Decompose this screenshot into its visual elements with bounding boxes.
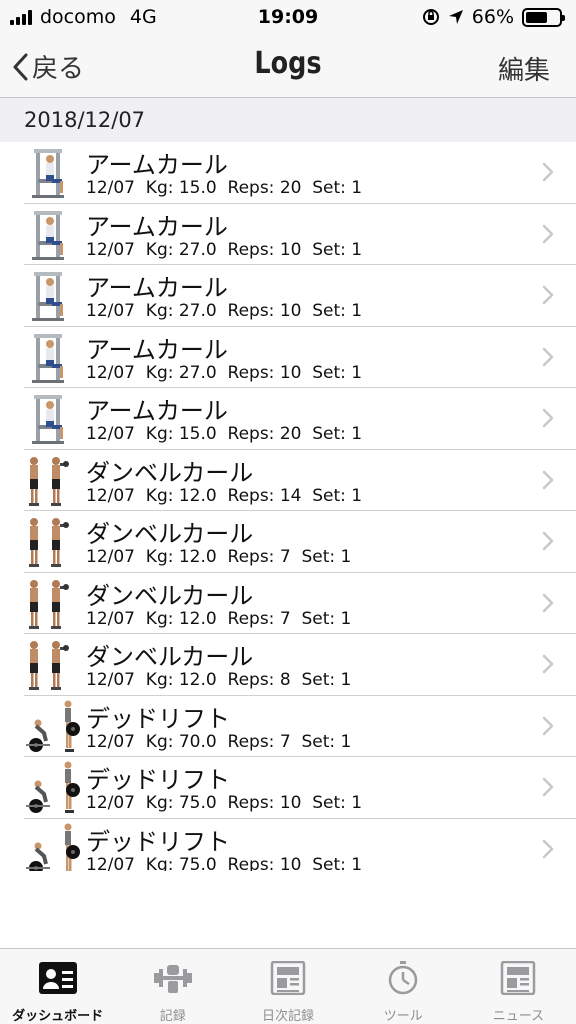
exercise-name: デッドリフト [86,766,230,794]
battery-level [526,11,548,23]
chevron-right-icon [542,716,554,735]
exercise-name: アームカール [86,397,228,425]
arm-curl-machine-icon [24,145,84,200]
exercise-name: アームカール [86,151,228,179]
log-row[interactable]: デッドリフト 12/07 Kg: 75.0 Reps: 10 Set: 1 [24,757,576,819]
chevron-right-icon [542,531,554,551]
chevron-right-icon [542,777,554,797]
edit-button[interactable]: 編集 [498,50,550,87]
dumbbell-curl-icon [24,514,84,569]
tab-label: ニュース [492,1009,545,1024]
record-icon [153,961,193,999]
log-detail: 12/07 Kg: 15.0 Reps: 20 Set: 1 [86,424,363,444]
tab-label: 記録 [159,1009,186,1024]
log-row[interactable]: デッドリフト 12/07 Kg: 75.0 Reps: 10 Set: 1 [24,819,576,872]
page-title: Logs [254,46,322,81]
log-detail: 12/07 Kg: 70.0 Reps: 7 Set: 1 [86,731,352,752]
log-row[interactable]: アームカール 12/07 Kg: 27.0 Reps: 10 Set: 1 [24,327,576,388]
log-detail: 12/07 Kg: 27.0 Reps: 10 Set: 1 [86,239,363,260]
status-right: 66% [422,6,565,28]
log-row[interactable]: ダンベルカール 12/07 Kg: 12.0 Reps: 7 Set: 1 [24,511,576,573]
log-detail: 12/07 Kg: 75.0 Reps: 10 Set: 1 [86,793,363,813]
exercise-name: ダンベルカール [86,458,254,487]
stopwatch-icon [383,961,423,999]
news-icon [498,960,538,999]
log-row[interactable]: ダンベルカール 12/07 Kg: 12.0 Reps: 7 Set: 1 [24,573,576,634]
log-row[interactable]: アームカール 12/07 Kg: 15.0 Reps: 20 Set: 1 [24,388,576,450]
chevron-right-icon [542,408,554,428]
log-list[interactable]: アームカール 12/07 Kg: 15.0 Reps: 20 Set: 1 アー… [0,142,576,871]
deadlift-icon [24,822,84,871]
tab-dashboard[interactable]: ダッシュボード [0,949,115,1024]
location-arrow-icon [448,10,463,24]
log-detail: 12/07 Kg: 15.0 Reps: 20 Set: 1 [86,178,363,198]
exercise-name: デッドリフト [86,704,230,733]
tab-daily-log[interactable]: 日次記録 [230,949,345,1024]
chevron-right-icon [542,285,554,305]
arm-curl-machine-icon [24,391,84,446]
navigation-bar: 戻る Logs 編集 [0,34,576,98]
exercise-name: ダンベルカール [86,643,254,671]
dumbbell-curl-icon [24,637,84,692]
tab-label: ツール [383,1009,423,1024]
exercise-name: ダンベルカール [86,520,254,548]
arm-curl-machine-icon [24,268,84,323]
dashboard-icon [38,961,78,999]
exercise-name: ダンベルカール [86,581,254,610]
chevron-right-icon [542,593,554,612]
exercise-name: アームカール [86,335,228,364]
dumbbell-curl-icon [24,453,84,508]
log-detail: 12/07 Kg: 12.0 Reps: 7 Set: 1 [86,547,352,567]
tab-label: ダッシュボード [12,1009,104,1024]
battery-icon [522,7,565,27]
chevron-right-icon [542,654,554,674]
log-detail: 12/07 Kg: 12.0 Reps: 8 Set: 1 [86,670,352,690]
exercise-name: アームカール [86,274,228,302]
tab-news[interactable]: ニュース [461,949,576,1024]
deadlift-icon [24,760,84,815]
exercise-name: アームカール [86,212,228,241]
arm-curl-machine-icon [24,330,84,385]
chevron-right-icon [542,470,554,489]
log-row[interactable]: アームカール 12/07 Kg: 27.0 Reps: 10 Set: 1 [24,204,576,265]
tab-label: 日次記録 [262,1009,315,1024]
arm-curl-machine-icon [24,207,84,262]
orientation-lock-icon [422,9,439,25]
log-row[interactable]: デッドリフト 12/07 Kg: 70.0 Reps: 7 Set: 1 [24,696,576,757]
status-bar: docomo 4G 19:09 66% [0,0,576,34]
log-detail: 12/07 Kg: 12.0 Reps: 14 Set: 1 [86,485,363,506]
log-detail: 12/07 Kg: 12.0 Reps: 7 Set: 1 [86,608,352,629]
battery-percent: 66% [471,6,514,28]
log-row[interactable]: アームカール 12/07 Kg: 27.0 Reps: 10 Set: 1 [24,265,576,327]
tab-stopwatch[interactable]: ツール [346,949,461,1024]
log-row[interactable]: アームカール 12/07 Kg: 15.0 Reps: 20 Set: 1 [24,142,576,204]
chevron-left-icon [13,53,28,80]
deadlift-icon [24,699,84,754]
log-detail: 12/07 Kg: 27.0 Reps: 10 Set: 1 [86,301,363,321]
chevron-right-icon [542,839,554,858]
chevron-right-icon [542,347,554,366]
tab-bar: ダッシュボード 記録 日次記録 ツール ニュース [0,948,576,1024]
log-detail: 12/07 Kg: 27.0 Reps: 10 Set: 1 [86,362,363,383]
log-row[interactable]: ダンベルカール 12/07 Kg: 12.0 Reps: 8 Set: 1 [24,634,576,696]
section-header-date: 2018/12/07 [0,98,576,142]
daily-log-icon [268,960,308,999]
exercise-name: デッドリフト [86,827,230,856]
log-detail: 12/07 Kg: 75.0 Reps: 10 Set: 1 [86,854,363,872]
chevron-right-icon [542,224,554,243]
tab-record[interactable]: 記録 [115,949,230,1024]
dumbbell-curl-icon [24,576,84,631]
chevron-right-icon [542,162,554,182]
log-row[interactable]: ダンベルカール 12/07 Kg: 12.0 Reps: 14 Set: 1 [24,450,576,511]
